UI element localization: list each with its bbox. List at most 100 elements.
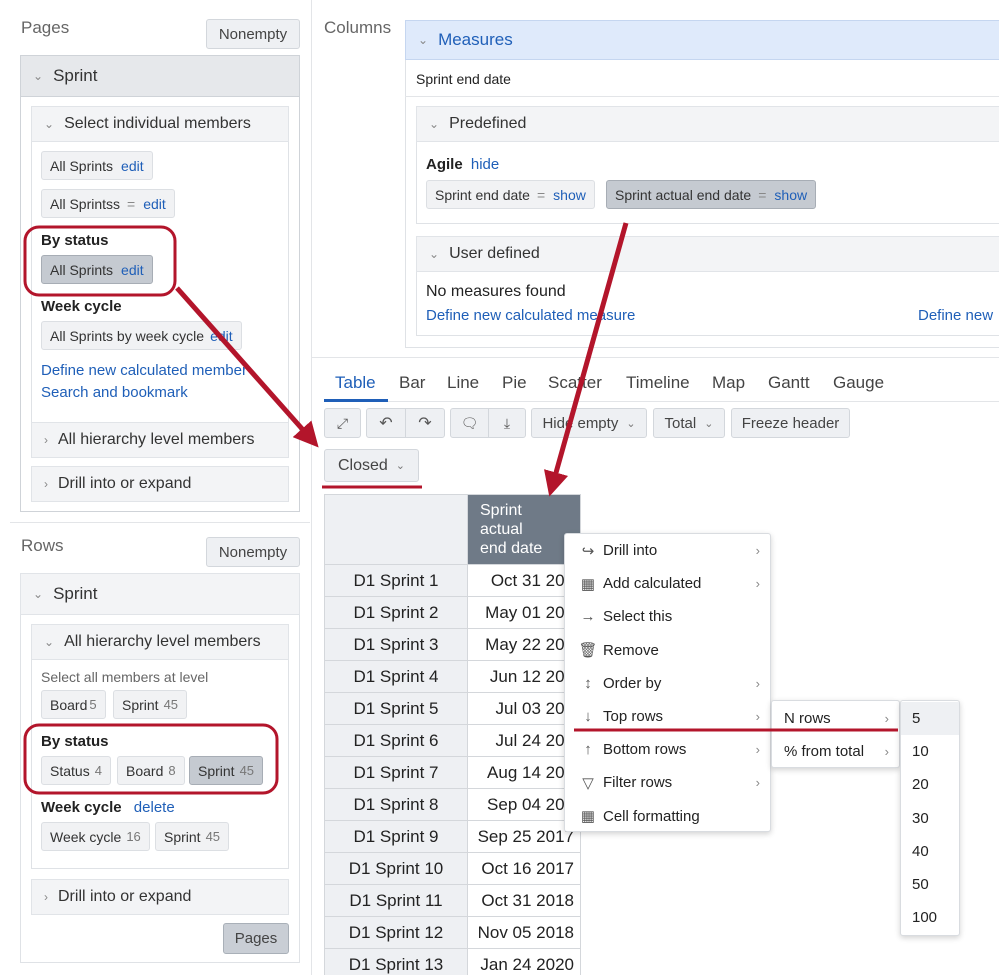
- board-level-chip[interactable]: Board 5: [41, 690, 106, 719]
- table-cell[interactable]: Oct 16 2017: [467, 852, 581, 885]
- by-status-all-sprints-chip[interactable]: All Sprints edit: [41, 255, 153, 284]
- delete-link[interactable]: delete: [134, 799, 175, 816]
- n-rows-option[interactable]: 40: [901, 835, 959, 868]
- menu-item-bottom-rows[interactable]: ↑ Bottom rows ›: [565, 733, 770, 766]
- redo-button[interactable]: ↷: [405, 408, 445, 438]
- sprint-actual-end-date-chip[interactable]: Sprint actual end date = show: [606, 180, 817, 209]
- rows-all-hierarchy-header[interactable]: ⌄ All hierarchy level members: [31, 624, 289, 660]
- n-rows-option[interactable]: 50: [901, 868, 959, 901]
- row-header[interactable]: D1 Sprint 10: [324, 852, 468, 885]
- pages-sprint-header[interactable]: ⌄ Sprint: [20, 55, 300, 97]
- submenu-item[interactable]: % from total ›: [772, 735, 899, 768]
- table-cell[interactable]: Nov 05 2018: [467, 916, 581, 949]
- week-cycle-chip[interactable]: All Sprints by week cycle edit: [41, 321, 242, 350]
- tab-pie[interactable]: Pie: [502, 373, 527, 393]
- sprint-status-chip[interactable]: Sprint 45: [189, 756, 264, 785]
- row-header[interactable]: D1 Sprint 13: [324, 948, 468, 975]
- pages-all-hierarchy-header[interactable]: › All hierarchy level members: [31, 422, 289, 458]
- edit-link[interactable]: edit: [210, 328, 233, 344]
- row-header[interactable]: D1 Sprint 7: [324, 756, 468, 789]
- submenu-item[interactable]: N rows ›: [772, 702, 899, 735]
- rows-drill-header[interactable]: › Drill into or expand: [31, 879, 289, 915]
- chip-label: Board: [50, 696, 88, 713]
- chip-count: 5: [89, 697, 97, 712]
- sprint-end-date-chip[interactable]: Sprint end date = show: [426, 180, 595, 209]
- chip-count: 45: [205, 829, 221, 844]
- tab-line[interactable]: Line: [447, 373, 479, 393]
- tab-timeline[interactable]: Timeline: [626, 373, 690, 393]
- closed-filter-dropdown[interactable]: Closed ⌄: [324, 449, 419, 482]
- edit-link[interactable]: edit: [143, 196, 166, 212]
- fullscreen-button[interactable]: ⤢: [324, 408, 361, 438]
- menu-item-order-by[interactable]: ↕ Order by ›: [565, 667, 770, 700]
- edit-link[interactable]: edit: [121, 262, 144, 278]
- pages-move-button[interactable]: Pages: [223, 923, 289, 954]
- predefined-header[interactable]: ⌄ Predefined: [416, 106, 999, 142]
- n-rows-option[interactable]: 30: [901, 802, 959, 835]
- chip-count: 45: [163, 697, 179, 712]
- chevron-right-icon: ›: [755, 576, 760, 592]
- row-header[interactable]: D1 Sprint 6: [324, 724, 468, 757]
- rows-sprint-header[interactable]: ⌄ Sprint: [20, 573, 300, 615]
- row-header[interactable]: D1 Sprint 8: [324, 788, 468, 821]
- define-new-member-link[interactable]: Define new calculated member: [41, 362, 261, 379]
- menu-item-drill-into[interactable]: ↪ Drill into ›: [565, 534, 770, 567]
- tab-gantt[interactable]: Gantt: [768, 373, 810, 393]
- n-rows-option[interactable]: 5: [901, 702, 959, 735]
- week-cycle-level-chip[interactable]: Week cycle 16: [41, 822, 150, 851]
- row-header[interactable]: D1 Sprint 5: [324, 692, 468, 725]
- board-status-chip[interactable]: Board 8: [117, 756, 185, 785]
- row-header[interactable]: D1 Sprint 2: [324, 596, 468, 629]
- menu-item-label: Select this: [603, 608, 673, 626]
- define-new-measure-link[interactable]: Define new calculated measure: [426, 307, 635, 324]
- tab-scatter[interactable]: Scatter: [548, 373, 602, 393]
- row-header[interactable]: D1 Sprint 4: [324, 660, 468, 693]
- pages-nonempty-button[interactable]: Nonempty: [206, 19, 300, 49]
- chip-label: Sprint: [198, 762, 235, 779]
- n-rows-option[interactable]: 100: [901, 901, 959, 934]
- tab-table[interactable]: Table: [335, 373, 376, 393]
- table-cell[interactable]: Jan 24 2020: [467, 948, 581, 975]
- undo-button[interactable]: ↶: [366, 408, 406, 438]
- tab-map[interactable]: Map: [712, 373, 745, 393]
- all-sprints-chip[interactable]: All Sprints edit: [41, 151, 153, 180]
- rows-nonempty-button[interactable]: Nonempty: [206, 537, 300, 567]
- total-dropdown[interactable]: Total ⌄: [653, 408, 725, 438]
- search-bookmark-link[interactable]: Search and bookmark: [41, 384, 188, 401]
- user-defined-header[interactable]: ⌄ User defined: [416, 236, 999, 272]
- menu-item-remove[interactable]: 🗑 Remove: [565, 634, 770, 667]
- menu-item-add-calculated[interactable]: ▦ Add calculated ›: [565, 567, 770, 600]
- hide-link[interactable]: hide: [471, 156, 499, 173]
- tab-gauge[interactable]: Gauge: [833, 373, 884, 393]
- show-link[interactable]: show: [774, 187, 807, 203]
- tab-bar[interactable]: Bar: [399, 373, 425, 393]
- status-chip[interactable]: Status 4: [41, 756, 111, 785]
- n-rows-option[interactable]: 10: [901, 735, 959, 768]
- menu-item-cell-formatting[interactable]: ▦ Cell formatting: [565, 800, 770, 833]
- row-header[interactable]: D1 Sprint 3: [324, 628, 468, 661]
- sprint-week-chip[interactable]: Sprint 45: [155, 822, 230, 851]
- menu-item-filter-rows[interactable]: ▽ Filter rows ›: [565, 766, 770, 799]
- measures-header[interactable]: ⌄ Measures: [405, 20, 999, 60]
- freeze-header-button[interactable]: Freeze header: [731, 408, 850, 438]
- comment-button[interactable]: 🗨: [450, 408, 489, 438]
- row-header[interactable]: D1 Sprint 1: [324, 564, 468, 597]
- all-sprintss-chip[interactable]: All Sprintss = edit: [41, 189, 175, 218]
- menu-item-select-this[interactable]: → Select this: [565, 600, 770, 633]
- edit-link[interactable]: edit: [121, 158, 144, 174]
- chip-label: Sprint: [122, 696, 159, 713]
- pages-drill-header[interactable]: › Drill into or expand: [31, 466, 289, 502]
- menu-item-top-rows[interactable]: ↓ Top rows ›: [565, 700, 770, 733]
- n-rows-option[interactable]: 20: [901, 768, 959, 801]
- define-new-measure-link-right[interactable]: Define new: [918, 307, 993, 324]
- sprint-level-chip[interactable]: Sprint 45: [113, 690, 188, 719]
- select-individual-header[interactable]: ⌄ Select individual members: [31, 106, 289, 142]
- row-header[interactable]: D1 Sprint 9: [324, 820, 468, 853]
- row-header[interactable]: D1 Sprint 11: [324, 884, 468, 917]
- show-link[interactable]: show: [553, 187, 586, 203]
- hide-empty-dropdown[interactable]: Hide empty ⌄: [531, 408, 647, 438]
- row-header[interactable]: D1 Sprint 12: [324, 916, 468, 949]
- export-button[interactable]: ⤓: [488, 408, 526, 438]
- selected-measure[interactable]: Sprint end date: [416, 71, 511, 87]
- table-cell[interactable]: Oct 31 2018: [467, 884, 581, 917]
